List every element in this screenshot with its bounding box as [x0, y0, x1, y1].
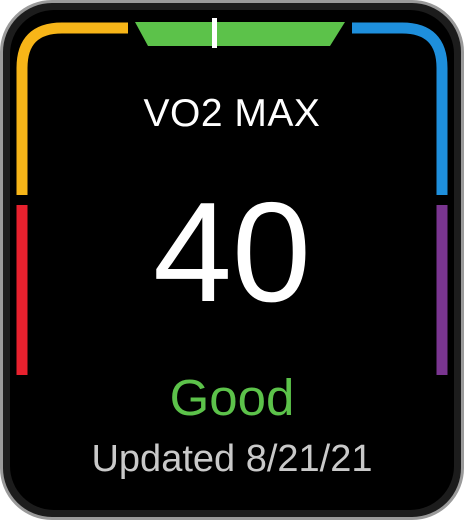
gauge-segment-green [135, 22, 345, 46]
gauge-indicator [212, 18, 217, 48]
vo2max-value: 40 [153, 173, 311, 332]
metric-title: VO2 MAX [143, 92, 321, 135]
watch-device: VO2 MAX 40 Good Updated 8/21/21 [0, 0, 464, 520]
updated-date: Updated 8/21/21 [91, 438, 373, 480]
fitness-rating: Good [169, 369, 295, 426]
